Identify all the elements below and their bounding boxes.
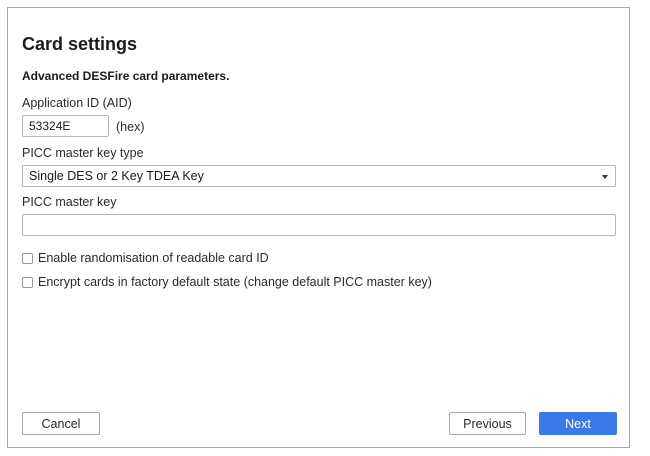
next-button[interactable]: Next xyxy=(539,412,617,435)
randomise-id-checkbox[interactable] xyxy=(22,252,33,264)
aid-label: Application ID (AID) xyxy=(22,96,132,110)
key-type-label: PICC master key type xyxy=(22,146,144,160)
master-key-input[interactable] xyxy=(22,214,616,236)
chevron-down-icon xyxy=(602,175,608,179)
previous-button[interactable]: Previous xyxy=(449,412,526,435)
page-subtitle: Advanced DESFire card parameters. xyxy=(22,69,230,83)
key-type-select[interactable]: Single DES or 2 Key TDEA Key xyxy=(22,165,616,187)
key-type-selected-value: Single DES or 2 Key TDEA Key xyxy=(29,169,204,183)
card-settings-dialog: Card settings Advanced DESFire card para… xyxy=(7,7,630,448)
encrypt-cards-option[interactable]: Encrypt cards in factory default state (… xyxy=(22,275,432,289)
aid-input[interactable] xyxy=(22,115,109,137)
encrypt-cards-checkbox[interactable] xyxy=(22,276,33,288)
master-key-label: PICC master key xyxy=(22,195,117,209)
cancel-button[interactable]: Cancel xyxy=(22,412,100,435)
aid-hex-suffix: (hex) xyxy=(116,120,145,134)
encrypt-cards-label: Encrypt cards in factory default state (… xyxy=(38,275,432,289)
randomise-id-label: Enable randomisation of readable card ID xyxy=(38,251,269,265)
randomise-id-option[interactable]: Enable randomisation of readable card ID xyxy=(22,251,269,265)
page-title: Card settings xyxy=(22,34,138,54)
